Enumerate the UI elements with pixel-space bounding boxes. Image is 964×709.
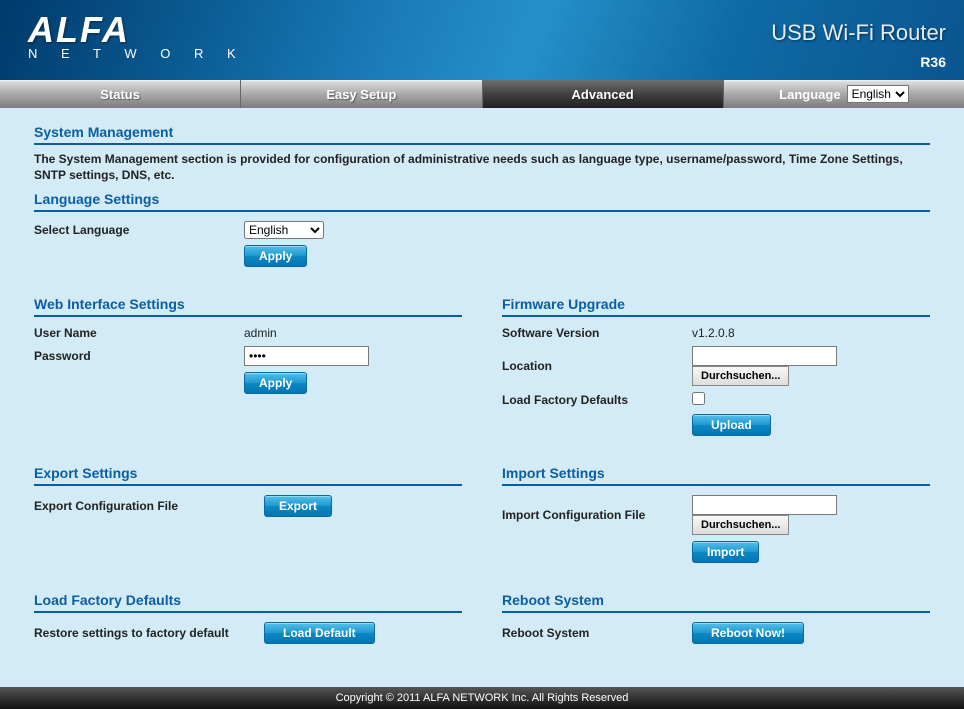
reboot-button[interactable]: Reboot Now!: [692, 622, 804, 644]
import-browse-button[interactable]: Durchsuchen...: [692, 515, 789, 535]
export-title: Export Settings: [34, 465, 462, 486]
sw-ver-label: Software Version: [502, 323, 692, 343]
fw-location-input[interactable]: [692, 346, 837, 366]
export-form: Export Configuration File Export: [34, 492, 462, 520]
tab-status[interactable]: Status: [0, 80, 241, 108]
sw-ver-value: v1.2.0.8: [692, 323, 930, 343]
header: ALFA N E T W O R K USB Wi-Fi Router R36: [0, 0, 964, 80]
password-label: Password: [34, 343, 244, 369]
factory-title: Load Factory Defaults: [34, 592, 462, 613]
import-title: Import Settings: [502, 465, 930, 486]
header-model: R36: [920, 54, 946, 70]
lang-label: Select Language: [34, 218, 244, 242]
fw-form: Software Version v1.2.0.8 Location Durch…: [502, 323, 930, 439]
content: System Management The System Management …: [0, 108, 964, 687]
upload-button[interactable]: Upload: [692, 414, 771, 436]
reboot-label: Reboot System: [502, 619, 692, 647]
user-name-label: User Name: [34, 323, 244, 343]
logo-sub: N E T W O R K: [28, 46, 246, 61]
load-default-button[interactable]: Load Default: [264, 622, 375, 644]
web-title: Web Interface Settings: [34, 296, 462, 317]
tab-advanced[interactable]: Advanced: [483, 80, 724, 108]
nav-language: Language English: [724, 80, 964, 108]
lang-form: Select Language English Apply: [34, 218, 930, 270]
header-title: USB Wi-Fi Router: [771, 20, 946, 46]
web-form: User Name admin Password Apply: [34, 323, 462, 397]
import-form: Import Configuration File Durchsuchen...…: [502, 492, 930, 566]
nav-language-select[interactable]: English: [847, 85, 909, 103]
fw-title: Firmware Upgrade: [502, 296, 930, 317]
import-label: Import Configuration File: [502, 492, 692, 538]
fw-browse-button[interactable]: Durchsuchen...: [692, 366, 789, 386]
reboot-title: Reboot System: [502, 592, 930, 613]
page-title: System Management: [34, 124, 930, 145]
reboot-form: Reboot System Reboot Now!: [502, 619, 930, 647]
language-select[interactable]: English: [244, 221, 324, 239]
footer: Copyright © 2011 ALFA NETWORK Inc. All R…: [0, 687, 964, 709]
logo-brand: ALFA: [28, 12, 246, 48]
nav-bar: Status Easy Setup Advanced Language Engl…: [0, 80, 964, 108]
lang-apply-button[interactable]: Apply: [244, 245, 307, 267]
password-input[interactable]: [244, 346, 369, 366]
export-button[interactable]: Export: [264, 495, 332, 517]
nav-language-label: Language: [779, 87, 840, 102]
factory-form: Restore settings to factory default Load…: [34, 619, 462, 647]
logo: ALFA N E T W O R K: [28, 12, 246, 61]
factory-label: Restore settings to factory default: [34, 619, 264, 647]
fw-location-label: Location: [502, 343, 692, 389]
lang-title: Language Settings: [34, 191, 930, 212]
tab-easy-setup[interactable]: Easy Setup: [241, 80, 482, 108]
page-description: The System Management section is provide…: [34, 151, 930, 183]
import-file-input[interactable]: [692, 495, 837, 515]
import-button[interactable]: Import: [692, 541, 759, 563]
export-label: Export Configuration File: [34, 492, 264, 520]
web-apply-button[interactable]: Apply: [244, 372, 307, 394]
fw-factory-checkbox[interactable]: [692, 392, 705, 405]
user-name-value: admin: [244, 323, 462, 343]
fw-factory-label: Load Factory Defaults: [502, 389, 692, 411]
